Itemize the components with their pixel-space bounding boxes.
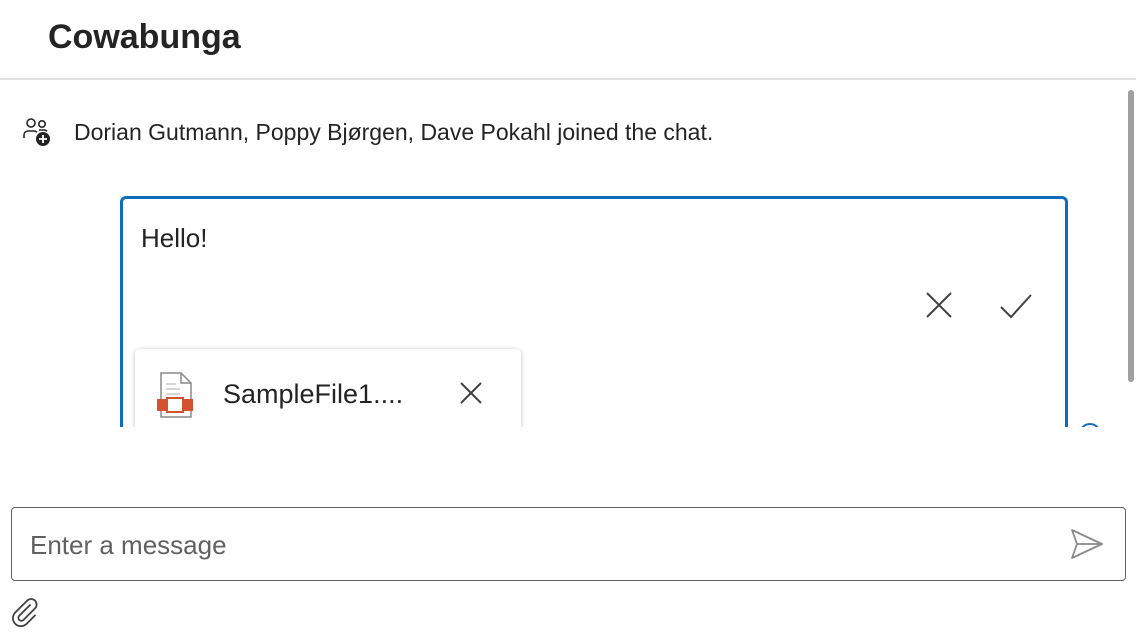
- people-add-icon: [22, 116, 54, 148]
- chat-title: Cowabunga: [48, 18, 241, 56]
- message-input[interactable]: [28, 522, 1032, 568]
- chat-header: Cowabunga: [0, 0, 1136, 80]
- remove-attachment-button[interactable]: [457, 379, 485, 407]
- attach-file-button[interactable]: [10, 597, 40, 628]
- scrollbar-thumb[interactable]: [1128, 90, 1134, 382]
- paperclip-icon: [10, 598, 40, 631]
- system-message-text: Dorian Gutmann, Poppy Bjørgen, Dave Poka…: [74, 118, 714, 145]
- scrollbar[interactable]: [1124, 82, 1136, 427]
- close-icon: [921, 292, 957, 327]
- send-button[interactable]: [1069, 526, 1105, 562]
- message-thread[interactable]: Dorian Gutmann, Poppy Bjørgen, Dave Poka…: [0, 82, 1136, 427]
- chat-app: Cowabunga Dorian Gutmann, Poppy Bjørgen,…: [0, 0, 1136, 640]
- attachment-card[interactable]: SampleFile1....: [135, 349, 521, 427]
- send-icon: [1069, 529, 1105, 566]
- close-icon: [457, 382, 485, 411]
- edit-message-text[interactable]: Hello!: [141, 223, 207, 254]
- cancel-edit-button[interactable]: [921, 287, 957, 323]
- edit-message-box[interactable]: Hello! SampleFile1....: [120, 196, 1068, 427]
- powerpoint-file-icon: [155, 371, 195, 419]
- checkmark-icon: [995, 294, 1035, 327]
- system-message: Dorian Gutmann, Poppy Bjørgen, Dave Poka…: [22, 116, 713, 148]
- compose-box[interactable]: [11, 507, 1126, 581]
- attachment-file-name: SampleFile1....: [223, 379, 404, 409]
- message-status-icon: [1078, 422, 1102, 427]
- confirm-edit-button[interactable]: [995, 287, 1035, 323]
